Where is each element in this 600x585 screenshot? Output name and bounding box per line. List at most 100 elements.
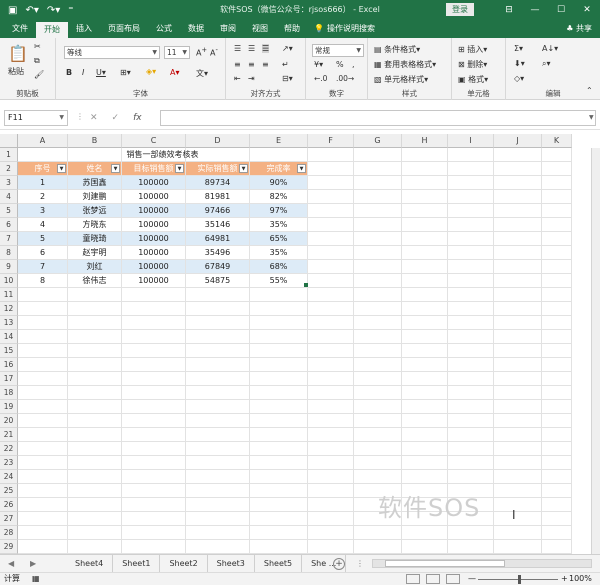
row-header-21[interactable]: 21 bbox=[0, 428, 18, 442]
fill-icon[interactable]: ⬇▾ bbox=[514, 59, 525, 68]
collapse-ribbon-icon[interactable]: ⌃ bbox=[586, 86, 593, 95]
tab-review[interactable]: 审阅 bbox=[212, 20, 244, 38]
name-box[interactable]: F11 ▼ bbox=[4, 110, 68, 126]
row-header-10[interactable]: 10 bbox=[0, 274, 18, 288]
table-cell[interactable]: 2 bbox=[18, 190, 67, 203]
tab-file[interactable]: 文件 bbox=[4, 20, 36, 38]
table-cell[interactable]: 苏国鑫 bbox=[68, 176, 121, 189]
tab-formulas[interactable]: 公式 bbox=[148, 20, 180, 38]
wrap-text-icon[interactable]: ↵ bbox=[282, 60, 289, 69]
comma-icon[interactable]: , bbox=[352, 60, 355, 69]
row-header-14[interactable]: 14 bbox=[0, 330, 18, 344]
worksheet-grid[interactable]: A B C D E F G H I J K 1 2 3 4 5 6 7 8 9 10 11 12 13 14 15 16 17 18 19… bbox=[0, 134, 600, 554]
table-resize-handle[interactable] bbox=[304, 283, 308, 287]
zoom-level[interactable]: 100% bbox=[569, 573, 592, 585]
align-top-icon[interactable]: ☰ bbox=[234, 44, 241, 53]
filter-dropdown-icon[interactable]: ▼ bbox=[111, 164, 120, 173]
table-header-cell[interactable]: 完成率 ▼ bbox=[250, 162, 307, 175]
row-header-28[interactable]: 28 bbox=[0, 526, 18, 540]
table-header-cell[interactable]: 目标销售额 ▼ bbox=[122, 162, 185, 175]
tab-view[interactable]: 视图 bbox=[244, 20, 276, 38]
row-header-2[interactable]: 2 bbox=[0, 162, 18, 176]
tab-page-layout[interactable]: 页面布局 bbox=[100, 20, 148, 38]
align-bottom-icon[interactable]: ☰ bbox=[262, 44, 270, 53]
find-select-icon[interactable]: ⌕▾ bbox=[542, 59, 551, 69]
sheet-tab[interactable]: Sheet3 bbox=[208, 555, 255, 572]
table-cell[interactable]: 刘建鹏 bbox=[68, 190, 121, 203]
tell-me-search[interactable]: 💡 操作说明搜索 bbox=[308, 20, 381, 38]
row-header-29[interactable]: 29 bbox=[0, 540, 18, 554]
table-header-cell[interactable]: 姓名 ▼ bbox=[68, 162, 121, 175]
clear-icon[interactable]: ◇▾ bbox=[514, 74, 524, 83]
filter-dropdown-icon[interactable]: ▼ bbox=[239, 164, 248, 173]
decrease-indent-icon[interactable]: ⇤ bbox=[234, 74, 241, 83]
table-cell[interactable]: 赵宇明 bbox=[68, 246, 121, 259]
tab-insert[interactable]: 插入 bbox=[68, 20, 100, 38]
formula-input[interactable] bbox=[160, 110, 596, 126]
orientation-icon[interactable]: ↗▾ bbox=[282, 44, 293, 53]
horizontal-scrollbar[interactable] bbox=[372, 559, 592, 568]
row-header-24[interactable]: 24 bbox=[0, 470, 18, 484]
sheet-tab[interactable]: Sheet1 bbox=[113, 555, 161, 572]
row-header-5[interactable]: 5 bbox=[0, 204, 18, 218]
table-cell[interactable]: 5 bbox=[18, 232, 67, 245]
redo-icon[interactable]: ↷▾ bbox=[47, 5, 60, 16]
table-cell[interactable]: 65% bbox=[250, 232, 307, 245]
table-cell[interactable]: 35146 bbox=[186, 218, 249, 231]
row-header-25[interactable]: 25 bbox=[0, 484, 18, 498]
share-button[interactable]: ♣ 共享 bbox=[566, 20, 592, 38]
underline-button[interactable]: U▾ bbox=[96, 68, 106, 77]
tab-help[interactable]: 帮助 bbox=[276, 20, 308, 38]
row-header-18[interactable]: 18 bbox=[0, 386, 18, 400]
table-cell[interactable]: 89734 bbox=[186, 176, 249, 189]
table-cell[interactable]: 100000 bbox=[122, 218, 185, 231]
paste-button-label[interactable]: 粘贴 bbox=[8, 66, 24, 77]
align-right-icon[interactable]: ≡ bbox=[262, 60, 269, 69]
table-header-cell[interactable]: 实际销售额 ▼ bbox=[186, 162, 249, 175]
table-cell[interactable]: 97% bbox=[250, 204, 307, 217]
row-header-3[interactable]: 3 bbox=[0, 176, 18, 190]
currency-icon[interactable]: ¥▾ bbox=[314, 60, 323, 69]
sort-filter-icon[interactable]: A↓▾ bbox=[542, 44, 558, 53]
phonetic-icon[interactable]: 文▾ bbox=[196, 68, 208, 79]
page-break-view-icon[interactable] bbox=[446, 574, 460, 584]
filter-dropdown-icon[interactable]: ▼ bbox=[57, 164, 66, 173]
select-all-corner[interactable] bbox=[0, 134, 18, 148]
normal-view-icon[interactable] bbox=[406, 574, 420, 584]
column-header-I[interactable]: I bbox=[448, 134, 494, 148]
sheet-options-icon[interactable]: ⋮ bbox=[356, 555, 364, 572]
scroll-sheets-left-icon[interactable]: ◀ bbox=[8, 555, 14, 572]
zoom-in-button[interactable]: + bbox=[561, 573, 568, 585]
column-header-D[interactable]: D bbox=[186, 134, 250, 148]
row-header-1[interactable]: 1 bbox=[0, 148, 18, 162]
fill-color-icon[interactable]: ◈▾ bbox=[146, 67, 156, 76]
sheet-tab[interactable]: Sheet4 bbox=[66, 555, 114, 572]
percent-icon[interactable]: % bbox=[336, 60, 344, 69]
table-cell[interactable]: 97466 bbox=[186, 204, 249, 217]
column-header-J[interactable]: J bbox=[494, 134, 542, 148]
table-header-cell[interactable]: 序号 ▼ bbox=[18, 162, 67, 175]
increase-indent-icon[interactable]: ⇥ bbox=[248, 74, 255, 83]
column-header-F[interactable]: F bbox=[308, 134, 354, 148]
vertical-scrollbar[interactable] bbox=[591, 148, 600, 554]
add-sheet-icon[interactable]: + bbox=[333, 558, 345, 570]
row-header-8[interactable]: 8 bbox=[0, 246, 18, 260]
table-cell[interactable]: 82% bbox=[250, 190, 307, 203]
table-cell[interactable]: 100000 bbox=[122, 246, 185, 259]
scroll-sheets-right-icon[interactable]: ▶ bbox=[30, 555, 36, 572]
save-icon[interactable]: ▣ bbox=[8, 5, 17, 16]
row-header-9[interactable]: 9 bbox=[0, 260, 18, 274]
table-cell[interactable]: 67849 bbox=[186, 260, 249, 273]
undo-icon[interactable]: ↶▾ bbox=[25, 5, 38, 16]
align-center-icon[interactable]: ≡ bbox=[248, 60, 255, 69]
row-header-7[interactable]: 7 bbox=[0, 232, 18, 246]
table-cell[interactable]: 3 bbox=[18, 204, 67, 217]
expand-formula-bar-icon[interactable]: ▼ bbox=[589, 114, 594, 121]
table-cell[interactable]: 35% bbox=[250, 218, 307, 231]
table-cell[interactable]: 100000 bbox=[122, 232, 185, 245]
table-cell[interactable]: 68% bbox=[250, 260, 307, 273]
cancel-entry-icon[interactable]: ✕ bbox=[90, 110, 98, 126]
table-cell[interactable]: 刘红 bbox=[68, 260, 121, 273]
macro-record-icon[interactable]: ▦ bbox=[32, 573, 40, 585]
row-header-20[interactable]: 20 bbox=[0, 414, 18, 428]
